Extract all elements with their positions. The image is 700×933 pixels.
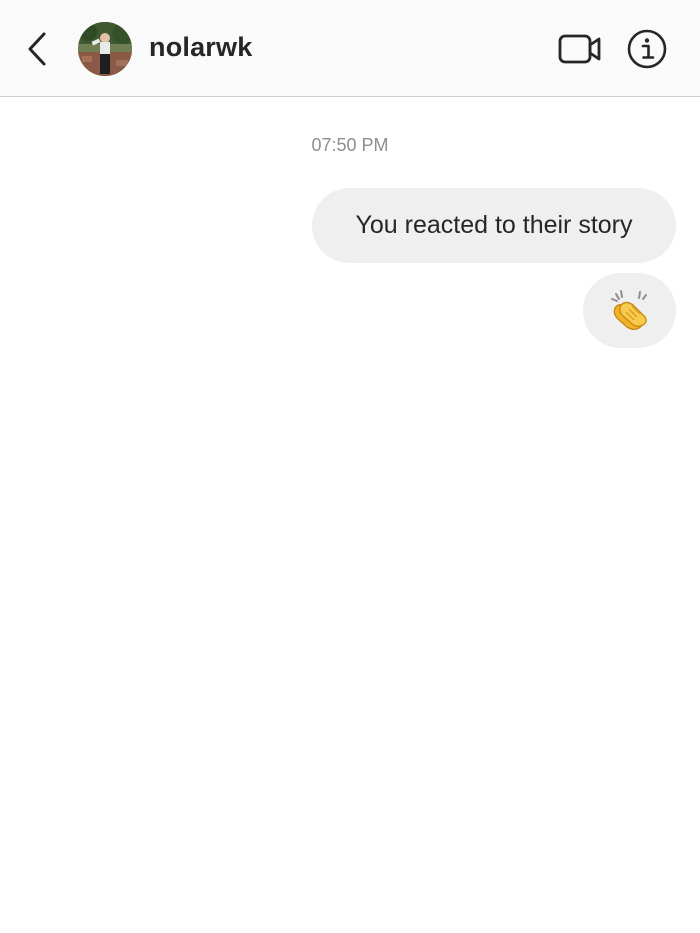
video-camera-icon: [558, 34, 601, 64]
clapping-hands-emoji: [610, 289, 647, 330]
info-button[interactable]: [626, 28, 668, 70]
avatar-photo: [78, 22, 132, 76]
info-icon: [627, 29, 667, 69]
chat-header: nolarwk: [0, 0, 700, 97]
emoji-reaction-message[interactable]: [583, 273, 676, 348]
video-call-button[interactable]: [556, 30, 604, 68]
chevron-left-icon: [28, 32, 46, 66]
message-text: You reacted to their story: [355, 211, 633, 239]
story-reaction-message[interactable]: You reacted to their story: [312, 188, 676, 263]
message-timestamp: 07:50 PM: [311, 135, 389, 155]
avatar[interactable]: [78, 22, 132, 76]
chat-username[interactable]: nolarwk: [149, 32, 252, 63]
back-button[interactable]: [22, 30, 52, 68]
